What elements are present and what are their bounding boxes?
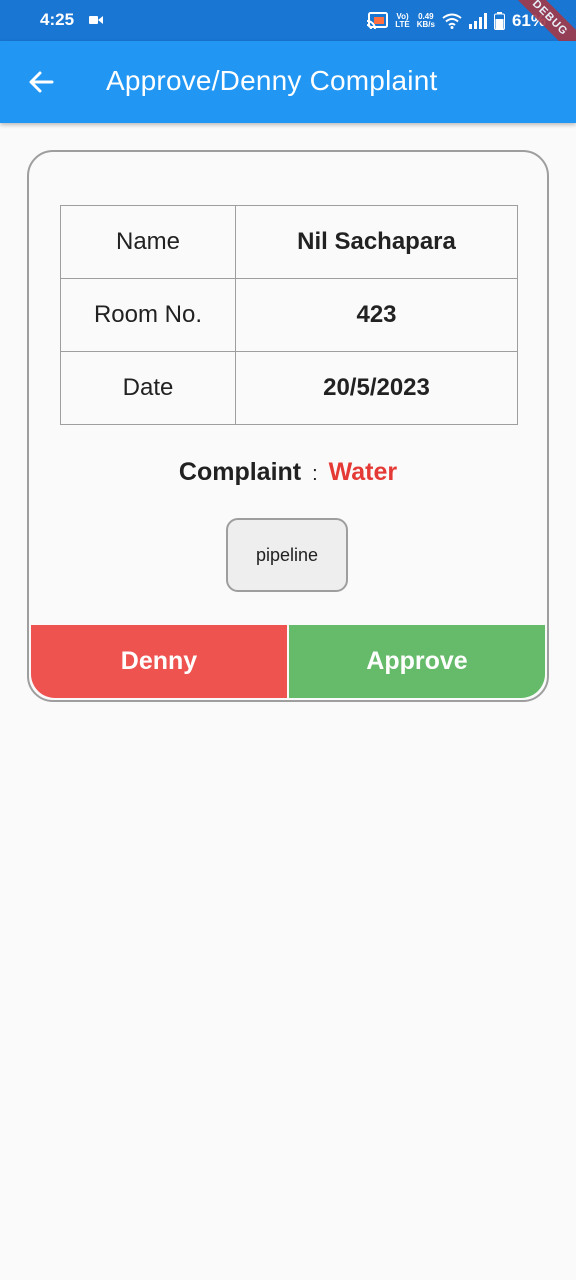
table-row: Room No. 423 [60, 278, 518, 352]
approve-button[interactable]: Approve [289, 625, 545, 698]
complaint-label: Complaint [178, 458, 302, 486]
video-camera-icon [89, 16, 103, 24]
detail-label: Room No. [60, 278, 236, 352]
network-speed-unit: KB/s [416, 20, 435, 29]
network-speed: 0.49 KB/s [417, 13, 435, 29]
detail-label: Name [60, 205, 236, 279]
deny-button[interactable]: Denny [31, 625, 287, 698]
battery-icon [493, 12, 505, 30]
cast-icon [367, 12, 389, 30]
volte-indicator: Vo) LTE [395, 13, 410, 29]
volte-bottom-text: LTE [395, 20, 410, 29]
detail-value: 423 [235, 278, 518, 352]
complaint-heading: Complaint : Water [29, 458, 547, 487]
complaint-detail-chip: pipeline [226, 518, 348, 592]
complaint-type: Water [328, 458, 398, 486]
signal-icon [468, 13, 487, 29]
app-bar: Approve/Denny Complaint [0, 41, 576, 123]
arrow-back-icon [29, 71, 54, 93]
complaint-card: Name Nil Sachapara Room No. 423 Date 20/… [27, 150, 549, 702]
status-time: 4:25 [40, 10, 75, 29]
table-row: Date 20/5/2023 [60, 351, 518, 425]
complaint-details-table: Name Nil Sachapara Room No. 423 Date 20/… [60, 205, 518, 425]
complaint-separator: : [312, 463, 318, 485]
action-buttons: Denny Approve [31, 625, 545, 698]
wifi-icon [442, 13, 462, 29]
status-icons: Vo) LTE 0.49 KB/s 61% [366, 9, 546, 33]
detail-value: 20/5/2023 [235, 351, 518, 425]
status-bar: 4:25 Vo) LTE 0.49 KB/s 61% [0, 0, 576, 41]
back-button[interactable] [22, 63, 60, 101]
detail-value: Nil Sachapara [235, 205, 518, 279]
page-title: Approve/Denny Complaint [106, 65, 438, 96]
table-row: Name Nil Sachapara [60, 205, 518, 279]
detail-label: Date [60, 351, 236, 425]
